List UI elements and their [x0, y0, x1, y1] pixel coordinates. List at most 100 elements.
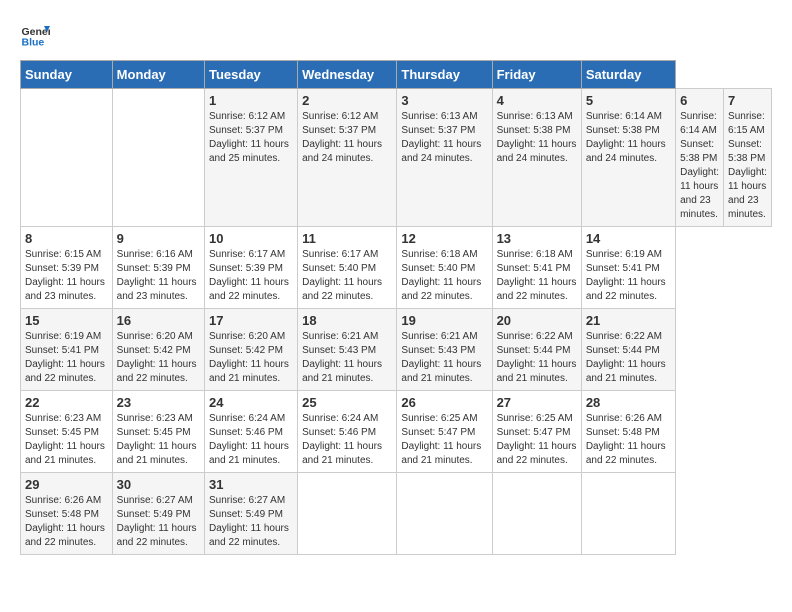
calendar-day: 8Sunrise: 6:15 AMSunset: 5:39 PMDaylight… [21, 227, 113, 309]
calendar-day: 25 Sunrise: 6:24 AMSunset: 5:46 PMDayligh… [298, 391, 397, 473]
day-info: Sunrise: 6:16 AMSunset: 5:39 PMDaylight:… [117, 248, 200, 304]
calendar-day: 5 Sunrise: 6:14 AMSunset: 5:38 PMDaylight… [581, 89, 675, 227]
day-info: Sunrise: 6:14 AMSunset: 5:38 PMDaylight:… [586, 110, 671, 166]
day-number: 7 [728, 93, 767, 108]
day-number: 8 [25, 231, 108, 246]
calendar-day: 26 Sunrise: 6:25 AMSunset: 5:47 PMDayligh… [397, 391, 492, 473]
day-info: Sunrise: 6:18 AMSunset: 5:41 PMDaylight:… [497, 248, 577, 304]
calendar-day-empty [492, 473, 581, 555]
calendar-day: 30Sunrise: 6:27 AMSunset: 5:49 PMDayligh… [112, 473, 204, 555]
weekday-header: Wednesday [298, 61, 397, 89]
calendar-day: 2 Sunrise: 6:12 AMSunset: 5:37 PMDaylight… [298, 89, 397, 227]
day-number: 30 [117, 477, 200, 492]
calendar-day: 3Sunrise: 6:13 AMSunset: 5:37 PMDaylight… [397, 89, 492, 227]
day-info: Sunrise: 6:13 AMSunset: 5:38 PMDaylight:… [497, 110, 577, 166]
calendar-day: 19 Sunrise: 6:21 AMSunset: 5:43 PMDayligh… [397, 309, 492, 391]
day-number: 17 [209, 313, 293, 328]
day-info: Sunrise: 6:25 AMSunset: 5:47 PMDaylight:… [401, 412, 487, 468]
logo: General Blue [20, 20, 50, 50]
day-number: 19 [401, 313, 487, 328]
day-number: 5 [586, 93, 671, 108]
weekday-header: Friday [492, 61, 581, 89]
day-info: Sunrise: 6:24 AMSunset: 5:46 PMDaylight:… [302, 412, 392, 468]
calendar-week-row: 15Sunrise: 6:19 AMSunset: 5:41 PMDayligh… [21, 309, 772, 391]
calendar-day: 24 Sunrise: 6:24 AMSunset: 5:46 PMDayligh… [205, 391, 298, 473]
day-number: 4 [497, 93, 577, 108]
calendar-day: 12Sunrise: 6:18 AMSunset: 5:40 PMDayligh… [397, 227, 492, 309]
day-number: 1 [209, 93, 293, 108]
calendar-day: 31 Sunrise: 6:27 AMSunset: 5:49 PMDayligh… [205, 473, 298, 555]
day-number: 13 [497, 231, 577, 246]
day-number: 9 [117, 231, 200, 246]
calendar-day: 18 Sunrise: 6:21 AMSunset: 5:43 PMDayligh… [298, 309, 397, 391]
weekday-header: Thursday [397, 61, 492, 89]
day-number: 25 [302, 395, 392, 410]
day-number: 15 [25, 313, 108, 328]
weekday-header-row: SundayMondayTuesdayWednesdayThursdayFrid… [21, 61, 772, 89]
calendar-day: 11 Sunrise: 6:17 AMSunset: 5:40 PMDayligh… [298, 227, 397, 309]
day-number: 29 [25, 477, 108, 492]
calendar-day: 27 Sunrise: 6:25 AMSunset: 5:47 PMDayligh… [492, 391, 581, 473]
day-number: 14 [586, 231, 671, 246]
calendar-day-empty [581, 473, 675, 555]
day-info: Sunrise: 6:22 AMSunset: 5:44 PMDaylight:… [497, 330, 577, 386]
calendar-week-row: 8Sunrise: 6:15 AMSunset: 5:39 PMDaylight… [21, 227, 772, 309]
day-number: 23 [117, 395, 200, 410]
day-info: Sunrise: 6:17 AMSunset: 5:40 PMDaylight:… [302, 248, 392, 304]
day-info: Sunrise: 6:22 AMSunset: 5:44 PMDaylight:… [586, 330, 671, 386]
day-info: Sunrise: 6:21 AMSunset: 5:43 PMDaylight:… [401, 330, 487, 386]
day-info: Sunrise: 6:24 AMSunset: 5:46 PMDaylight:… [209, 412, 293, 468]
day-number: 6 [680, 93, 719, 108]
calendar-day: 10 Sunrise: 6:17 AMSunset: 5:39 PMDayligh… [205, 227, 298, 309]
day-number: 2 [302, 93, 392, 108]
day-number: 27 [497, 395, 577, 410]
calendar-day: 20 Sunrise: 6:22 AMSunset: 5:44 PMDayligh… [492, 309, 581, 391]
calendar-day: 16Sunrise: 6:20 AMSunset: 5:42 PMDayligh… [112, 309, 204, 391]
logo-icon: General Blue [20, 20, 50, 50]
calendar-day: 28Sunrise: 6:26 AMSunset: 5:48 PMDayligh… [581, 391, 675, 473]
day-number: 10 [209, 231, 293, 246]
day-number: 24 [209, 395, 293, 410]
calendar-day-empty [21, 89, 113, 227]
calendar-day: 6Sunrise: 6:14 AMSunset: 5:38 PMDaylight… [676, 89, 724, 227]
day-info: Sunrise: 6:12 AMSunset: 5:37 PMDaylight:… [209, 110, 293, 166]
weekday-header: Monday [112, 61, 204, 89]
day-info: Sunrise: 6:20 AMSunset: 5:42 PMDaylight:… [117, 330, 200, 386]
day-info: Sunrise: 6:19 AMSunset: 5:41 PMDaylight:… [586, 248, 671, 304]
day-info: Sunrise: 6:25 AMSunset: 5:47 PMDaylight:… [497, 412, 577, 468]
day-number: 22 [25, 395, 108, 410]
day-info: Sunrise: 6:17 AMSunset: 5:39 PMDaylight:… [209, 248, 293, 304]
calendar-day-empty [298, 473, 397, 555]
day-number: 11 [302, 231, 392, 246]
calendar-day-empty [397, 473, 492, 555]
calendar-day: 14 Sunrise: 6:19 AMSunset: 5:41 PMDayligh… [581, 227, 675, 309]
day-number: 26 [401, 395, 487, 410]
day-info: Sunrise: 6:26 AMSunset: 5:48 PMDaylight:… [25, 494, 108, 550]
day-number: 31 [209, 477, 293, 492]
calendar-week-row: 1 Sunrise: 6:12 AMSunset: 5:37 PMDaylight… [21, 89, 772, 227]
day-info: Sunrise: 6:15 AMSunset: 5:38 PMDaylight:… [728, 110, 767, 222]
calendar-week-row: 29 Sunrise: 6:26 AMSunset: 5:48 PMDayligh… [21, 473, 772, 555]
calendar-table: SundayMondayTuesdayWednesdayThursdayFrid… [20, 60, 772, 555]
day-info: Sunrise: 6:26 AMSunset: 5:48 PMDaylight:… [586, 412, 671, 468]
calendar-day: 7 Sunrise: 6:15 AMSunset: 5:38 PMDaylight… [724, 89, 772, 227]
calendar-day: 21Sunrise: 6:22 AMSunset: 5:44 PMDayligh… [581, 309, 675, 391]
weekday-header: Sunday [21, 61, 113, 89]
day-number: 18 [302, 313, 392, 328]
day-info: Sunrise: 6:12 AMSunset: 5:37 PMDaylight:… [302, 110, 392, 166]
calendar-day: 1 Sunrise: 6:12 AMSunset: 5:37 PMDaylight… [205, 89, 298, 227]
calendar-day: 4 Sunrise: 6:13 AMSunset: 5:38 PMDaylight… [492, 89, 581, 227]
day-info: Sunrise: 6:23 AMSunset: 5:45 PMDaylight:… [117, 412, 200, 468]
day-info: Sunrise: 6:27 AMSunset: 5:49 PMDaylight:… [209, 494, 293, 550]
weekday-header: Tuesday [205, 61, 298, 89]
day-number: 12 [401, 231, 487, 246]
weekday-header: Saturday [581, 61, 675, 89]
day-info: Sunrise: 6:21 AMSunset: 5:43 PMDaylight:… [302, 330, 392, 386]
calendar-day: 9 Sunrise: 6:16 AMSunset: 5:39 PMDaylight… [112, 227, 204, 309]
calendar-day-empty [112, 89, 204, 227]
day-number: 20 [497, 313, 577, 328]
calendar-day: 22 Sunrise: 6:23 AMSunset: 5:45 PMDayligh… [21, 391, 113, 473]
day-number: 3 [401, 93, 487, 108]
day-info: Sunrise: 6:23 AMSunset: 5:45 PMDaylight:… [25, 412, 108, 468]
day-info: Sunrise: 6:20 AMSunset: 5:42 PMDaylight:… [209, 330, 293, 386]
